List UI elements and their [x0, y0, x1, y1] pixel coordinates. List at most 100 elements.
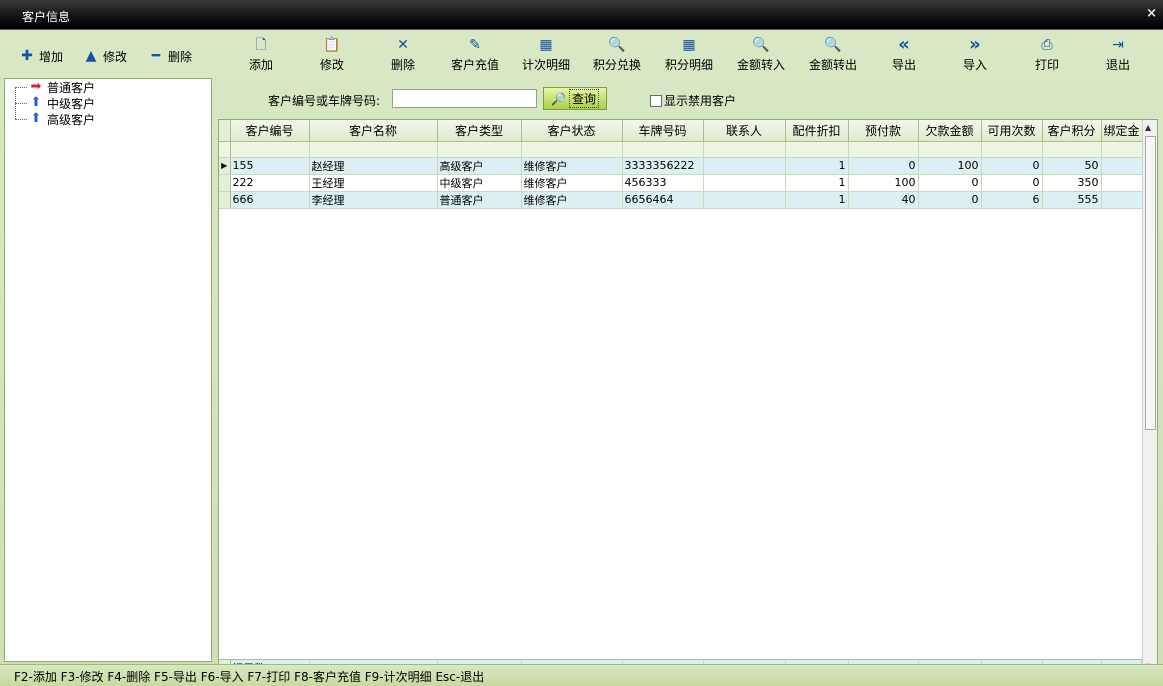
table-cell: [703, 174, 786, 192]
col-header-customer-id[interactable]: 客户编号: [230, 120, 310, 142]
filter-cell[interactable]: [981, 141, 1043, 158]
table-cell: 350: [1042, 174, 1102, 192]
col-header-prepayment[interactable]: 预付款: [848, 120, 919, 142]
tree-item-label: 普通客户: [47, 80, 96, 95]
table-cell: 456333: [622, 174, 704, 192]
delete-label: 删除: [390, 58, 415, 72]
query-button[interactable]: 🔎 查询: [543, 87, 607, 110]
edit-category-button[interactable]: ▲ 修改: [84, 47, 127, 65]
col-header-customer-status[interactable]: 客户状态: [521, 120, 623, 142]
calendar-icon: ▦: [539, 37, 553, 53]
col-header-debt-amount[interactable]: 欠款金额: [918, 120, 982, 142]
tree-item-mid-customer[interactable]: ⬆ 中级客户: [15, 95, 95, 111]
col-header-bound-amount[interactable]: 绑定金: [1101, 120, 1143, 142]
table-cell: 0: [981, 174, 1043, 192]
table-cell: 0: [848, 157, 919, 175]
pen-icon: ✎: [469, 37, 481, 53]
red-arrow-right-icon: ➡: [30, 79, 42, 94]
filter-cell[interactable]: [848, 141, 919, 158]
close-icon[interactable]: ×: [1146, 6, 1157, 21]
filter-cell[interactable]: [1101, 141, 1143, 158]
table-cell: 100: [918, 157, 982, 175]
show-disabled-toggle[interactable]: 显示禁用客户: [650, 92, 736, 109]
search-input[interactable]: [392, 89, 537, 108]
exit-label: 退出: [1105, 58, 1130, 72]
table-cell: 666: [230, 191, 310, 209]
table-cell: 王经理: [309, 174, 438, 192]
tree-connector: [15, 118, 27, 120]
main-toolbar: 🗋 添加 📋 修改 ✕ 删除 ✎ 客户充值 ▦ 计次明细 🔍 积分兑换 ▦ 积分…: [216, 30, 1163, 78]
amount-transfer-out-button[interactable]: 🔍 金额转出: [798, 36, 868, 76]
scroll-up-icon[interactable]: ▲: [1145, 123, 1151, 132]
table-row[interactable]: 666 李经理 普通客户 维修客户 6656464 1 40 0 6 555: [219, 191, 1143, 209]
filter-cell[interactable]: [785, 141, 849, 158]
col-header-contact[interactable]: 联系人: [703, 120, 786, 142]
export-button[interactable]: « 导出: [869, 36, 939, 76]
table-row[interactable]: ▶ 155 赵经理 高级客户 维修客户 3333356222 1 0 100 0…: [219, 157, 1143, 175]
add-button[interactable]: 🗋 添加: [226, 36, 296, 76]
table-cell: 维修客户: [521, 191, 623, 209]
col-header-parts-discount[interactable]: 配件折扣: [785, 120, 849, 142]
delete-button[interactable]: ✕ 删除: [368, 36, 438, 76]
customer-grid: 客户编号 客户名称 客户类型 客户状态 车牌号码 联系人 配件折扣 预付款 欠款…: [218, 119, 1158, 686]
filter-cell[interactable]: [230, 141, 310, 158]
table-cell: [1101, 174, 1143, 192]
calendar-icon: ▦: [682, 37, 696, 53]
print-button[interactable]: ⎙ 打印: [1012, 36, 1082, 76]
col-header-available-count[interactable]: 可用次数: [981, 120, 1043, 142]
recharge-button[interactable]: ✎ 客户充值: [440, 36, 510, 76]
show-disabled-checkbox[interactable]: [650, 94, 662, 107]
col-header-customer-type[interactable]: 客户类型: [437, 120, 522, 142]
blue-arrow-up-icon: ⬆: [30, 95, 42, 110]
filter-cell[interactable]: [309, 141, 438, 158]
table-cell: 3333356222: [622, 157, 704, 175]
filter-cell[interactable]: [521, 141, 623, 158]
edit-category-label: 修改: [103, 49, 128, 64]
double-left-arrow-icon: «: [898, 34, 910, 55]
table-cell: 赵经理: [309, 157, 438, 175]
tree-connector: [15, 102, 27, 104]
vertical-scrollbar[interactable]: ▲ ▼: [1142, 120, 1157, 674]
filter-cell[interactable]: [1042, 141, 1102, 158]
table-cell: 李经理: [309, 191, 438, 209]
exit-button[interactable]: ⇥ 退出: [1083, 36, 1153, 76]
magnifier-icon: 🔍: [608, 37, 626, 53]
vertical-scroll-thumb[interactable]: [1145, 136, 1156, 430]
tree-toolbar: ✚ 增加 ▲ 修改 ━ 删除: [0, 30, 216, 78]
zoom-in-icon: 🔍: [824, 37, 842, 53]
filter-cell[interactable]: [703, 141, 786, 158]
delete-category-label: 删除: [168, 49, 193, 64]
import-button[interactable]: » 导入: [940, 36, 1010, 76]
filter-cell[interactable]: [622, 141, 704, 158]
count-detail-label: 计次明细: [521, 58, 570, 72]
amount-transfer-in-button[interactable]: 🔍 金额转入: [726, 36, 796, 76]
table-cell: 40: [848, 191, 919, 209]
table-cell: 222: [230, 174, 310, 192]
filter-row: [219, 141, 1143, 158]
delete-category-button[interactable]: ━ 删除: [149, 47, 192, 65]
col-header-customer-name[interactable]: 客户名称: [309, 120, 438, 142]
col-header-plate-number[interactable]: 车牌号码: [622, 120, 704, 142]
print-label: 打印: [1034, 58, 1059, 72]
add-label: 添加: [248, 58, 273, 72]
filter-cell[interactable]: [918, 141, 982, 158]
points-detail-button[interactable]: ▦ 积分明细: [654, 36, 724, 76]
table-cell: 1: [785, 174, 849, 192]
filter-cell[interactable]: [437, 141, 522, 158]
tree-item-normal-customer[interactable]: ➡ 普通客户: [15, 79, 95, 95]
show-disabled-label: 显示禁用客户: [664, 94, 737, 108]
tree-item-senior-customer[interactable]: ⬆ 高级客户: [15, 111, 95, 127]
edit-button[interactable]: 📋 修改: [297, 36, 367, 76]
points-exchange-button[interactable]: 🔍 积分兑换: [582, 36, 652, 76]
header-indicator: [219, 120, 231, 142]
points-detail-label: 积分明细: [664, 58, 713, 72]
add-category-button[interactable]: ✚ 增加: [20, 47, 63, 65]
delete-x-icon: ✕: [397, 37, 409, 53]
table-cell: 6656464: [622, 191, 704, 209]
add-category-label: 增加: [39, 49, 64, 64]
col-header-customer-points[interactable]: 客户积分: [1042, 120, 1102, 142]
search-label: 客户编号或车牌号码:: [268, 94, 381, 108]
count-detail-button[interactable]: ▦ 计次明细: [511, 36, 581, 76]
table-row[interactable]: 222 王经理 中级客户 维修客户 456333 1 100 0 0 350: [219, 174, 1143, 192]
zoom-out-icon: 🔍: [752, 37, 770, 53]
